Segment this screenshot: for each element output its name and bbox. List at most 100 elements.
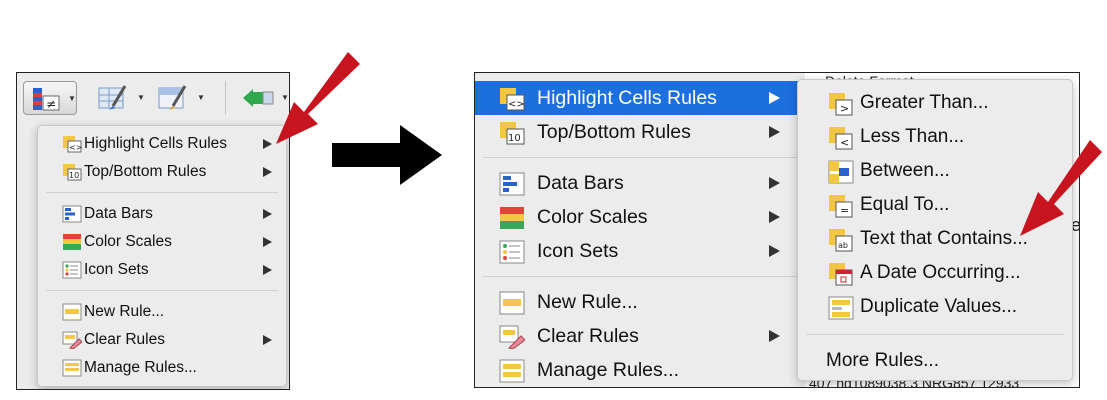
new-rule-icon xyxy=(62,303,82,321)
menu-item-new-rule[interactable]: New Rule... xyxy=(38,298,286,326)
color-scales-icon xyxy=(499,206,525,230)
conditional-formatting-button[interactable]: ≠ ▼ xyxy=(23,81,77,115)
data-bars-icon xyxy=(499,172,525,196)
manage-rules-icon xyxy=(62,359,82,377)
submenu-arrow-icon xyxy=(769,211,780,223)
menu-separator xyxy=(483,276,797,277)
menu-item-label: A Date Occurring... xyxy=(860,262,1021,283)
menu-item-new-rule[interactable]: New Rule... xyxy=(475,285,805,319)
menu-item-icon-sets[interactable]: Icon Sets xyxy=(38,256,286,284)
menu-item-label: Highlight Cells Rules xyxy=(537,86,717,109)
menu-separator xyxy=(806,334,1064,335)
menu-item-clear-rules[interactable]: Clear Rules xyxy=(38,326,286,354)
menu-item-color-scales[interactable]: Color Scales xyxy=(475,200,805,234)
transition-arrow xyxy=(332,125,442,185)
submenu-item-duplicate-values[interactable]: Duplicate Values... xyxy=(798,290,1072,324)
manage-rules-icon xyxy=(499,359,525,383)
menu-item-label: Manage Rules... xyxy=(84,359,197,376)
clear-rules-icon xyxy=(62,331,82,349)
menu-item-data-bars[interactable]: Data Bars xyxy=(475,166,805,200)
svg-text:10: 10 xyxy=(508,133,521,144)
menu-item-label: Data Bars xyxy=(84,205,153,222)
menu-item-label: Top/Bottom Rules xyxy=(537,120,691,143)
svg-text:<>: <> xyxy=(69,143,82,152)
submenu-item-date-occurring[interactable]: A Date Occurring... xyxy=(798,256,1072,290)
menu-item-label: Top/Bottom Rules xyxy=(84,163,207,180)
menu-item-data-bars[interactable]: Data Bars xyxy=(38,200,286,228)
caret-down-icon: ▼ xyxy=(68,94,76,103)
submenu-arrow-icon xyxy=(263,265,272,275)
menu-item-label: Clear Rules xyxy=(537,324,639,347)
color-scales-icon xyxy=(62,233,82,251)
top-bottom-icon: 10 xyxy=(62,163,82,181)
menu-item-label: Manage Rules... xyxy=(537,358,679,381)
between-icon xyxy=(828,160,854,184)
menu-item-top-bottom-rules[interactable]: 10 Top/Bottom Rules xyxy=(38,158,286,186)
caret-down-icon: ▼ xyxy=(197,93,205,102)
submenu-arrow-icon xyxy=(769,92,780,104)
submenu-arrow-icon xyxy=(769,245,780,257)
left-screenshot: ≠ ▼ ▼ ▼ ▼ <> Highlight Cells Rules 10 To… xyxy=(16,72,290,390)
icon-sets-icon xyxy=(499,240,525,264)
menu-separator xyxy=(483,157,797,158)
menu-item-clear-rules[interactable]: Clear Rules xyxy=(475,319,805,353)
menu-item-label: Greater Than... xyxy=(860,92,989,113)
menu-separator xyxy=(46,192,278,193)
menu-item-label: Highlight Cells Rules xyxy=(84,135,228,152)
menu-item-highlight-cells-rules[interactable]: <> Highlight Cells Rules xyxy=(475,81,805,115)
submenu-arrow-icon xyxy=(769,126,780,138)
ribbon-toolbar: ≠ ▼ ▼ ▼ ▼ xyxy=(17,73,289,125)
menu-item-label: Icon Sets xyxy=(537,239,619,262)
icon-sets-icon xyxy=(62,261,82,279)
svg-text:ab: ab xyxy=(838,241,848,250)
less-than-icon: < xyxy=(828,126,854,150)
svg-text:<: < xyxy=(840,136,849,149)
submenu-arrow-icon xyxy=(263,209,272,219)
submenu-arrow-icon xyxy=(769,330,780,342)
highlight-cells-icon: <> xyxy=(62,135,82,153)
conditional-formatting-menu: <> Highlight Cells Rules 10 Top/Bottom R… xyxy=(37,125,287,387)
menu-item-manage-rules[interactable]: Manage Rules... xyxy=(475,353,805,387)
menu-item-label: Color Scales xyxy=(84,233,172,250)
menu-item-label: Icon Sets xyxy=(84,261,149,278)
caret-down-icon: ▼ xyxy=(137,93,145,102)
menu-item-label: Between... xyxy=(860,160,950,181)
svg-text:10: 10 xyxy=(69,171,79,180)
menu-item-label: Equal To... xyxy=(860,194,950,215)
menu-item-icon-sets[interactable]: Icon Sets xyxy=(475,234,805,268)
format-as-table-button[interactable]: ▼ xyxy=(91,81,151,115)
menu-item-label: Data Bars xyxy=(537,171,624,194)
greater-than-icon: > xyxy=(828,92,854,116)
svg-text:<>: <> xyxy=(508,99,525,110)
menu-item-highlight-cells-rules[interactable]: <> Highlight Cells Rules xyxy=(38,130,286,158)
menu-item-label: Color Scales xyxy=(537,205,648,228)
menu-item-manage-rules[interactable]: Manage Rules... xyxy=(38,354,286,382)
menu-item-label: New Rule... xyxy=(84,303,165,320)
menu-separator xyxy=(46,290,278,291)
menu-item-label: Clear Rules xyxy=(84,331,165,348)
data-bars-icon xyxy=(62,205,82,223)
red-annotation-arrow xyxy=(1020,140,1102,236)
submenu-item-more-rules[interactable]: More Rules... xyxy=(798,344,1072,378)
menu-item-label: New Rule... xyxy=(537,290,638,313)
conditional-formatting-menu-large: <> Highlight Cells Rules 10 Top/Bottom R… xyxy=(475,73,805,387)
menu-item-color-scales[interactable]: Color Scales xyxy=(38,228,286,256)
menu-item-label: Text that Contains... xyxy=(860,228,1028,249)
top-bottom-icon: 10 xyxy=(499,121,525,145)
toolbar-divider xyxy=(225,81,226,115)
duplicate-values-icon xyxy=(828,296,854,320)
clear-rules-icon xyxy=(499,325,525,349)
menu-item-top-bottom-rules[interactable]: 10 Top/Bottom Rules xyxy=(475,115,805,149)
svg-text:=: = xyxy=(840,204,849,217)
submenu-arrow-icon xyxy=(263,335,272,345)
right-screenshot: Delete Format e <> Highlight Cells Rules… xyxy=(474,72,1080,388)
date-occurring-icon xyxy=(828,262,854,286)
submenu-item-greater-than[interactable]: > Greater Than... xyxy=(798,86,1072,120)
menu-item-label: More Rules... xyxy=(826,350,939,371)
cell-brush-icon xyxy=(157,84,193,117)
highlight-cells-icon: <> xyxy=(499,87,525,111)
svg-text:≠: ≠ xyxy=(46,97,56,111)
submenu-arrow-icon xyxy=(263,167,272,177)
menu-item-label: Duplicate Values... xyxy=(860,296,1018,317)
cell-styles-button[interactable]: ▼ xyxy=(151,81,211,115)
